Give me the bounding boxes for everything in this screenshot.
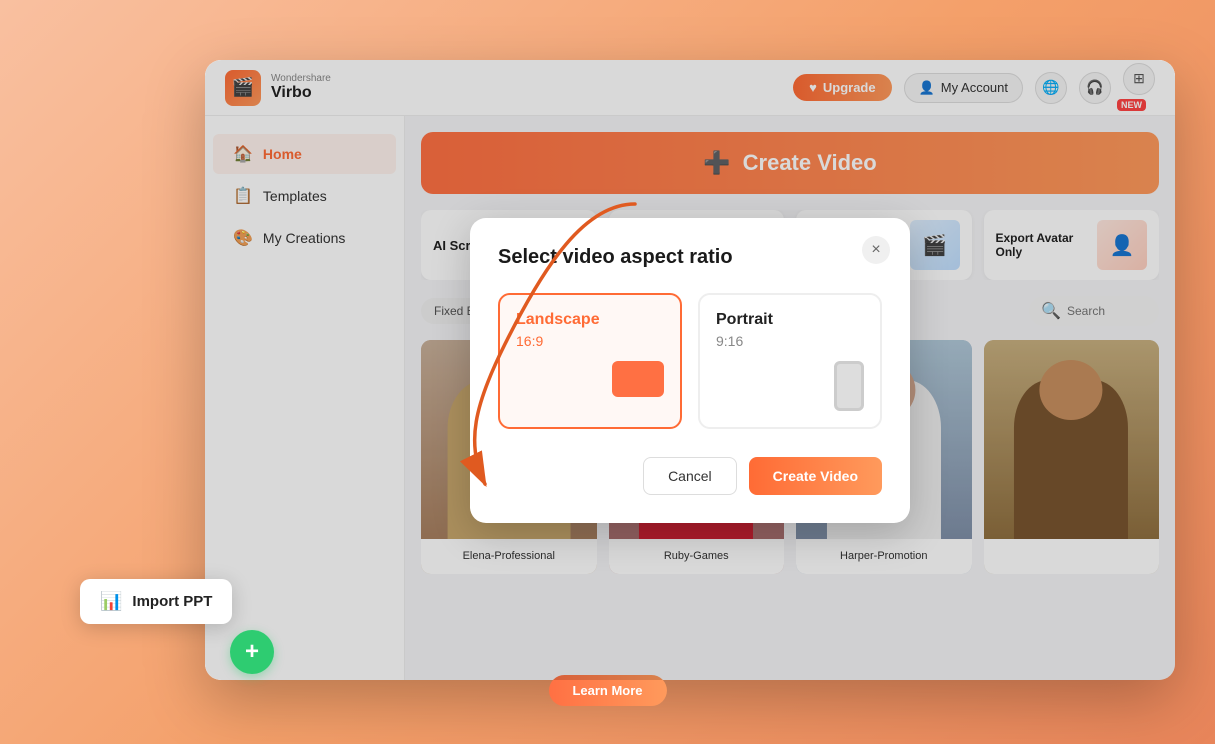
landscape-icon: [612, 361, 664, 397]
import-ppt-card[interactable]: 📊 Import PPT: [80, 579, 232, 624]
cancel-button[interactable]: Cancel: [643, 457, 737, 495]
dialog-overlay: × Select video aspect ratio Landscape 16…: [205, 60, 1175, 680]
landscape-option[interactable]: Landscape 16:9: [498, 293, 682, 429]
landscape-ratio: 16:9: [516, 333, 664, 349]
portrait-option[interactable]: Portrait 9:16: [698, 293, 882, 429]
dialog-title: Select video aspect ratio: [498, 246, 882, 269]
ppt-icon: 📊: [100, 591, 122, 612]
portrait-ratio: 9:16: [716, 333, 864, 349]
close-icon: ×: [871, 241, 880, 259]
plus-circle-button[interactable]: +: [230, 630, 274, 674]
aspect-options: Landscape 16:9 Portrait 9:16: [498, 293, 882, 429]
dialog-footer: Cancel Create Video: [498, 457, 882, 495]
app-window: 🎬 Wondershare Virbo ♥ Upgrade 👤 My Accou…: [205, 60, 1175, 680]
landscape-name: Landscape: [516, 311, 664, 329]
portrait-icon-area: [716, 361, 864, 411]
dialog-close-button[interactable]: ×: [862, 236, 890, 264]
portrait-icon: [834, 361, 864, 411]
import-ppt-label: Import PPT: [132, 593, 212, 610]
portrait-name: Portrait: [716, 311, 864, 329]
aspect-ratio-dialog: × Select video aspect ratio Landscape 16…: [470, 218, 910, 523]
landscape-icon-area: [516, 361, 664, 397]
create-video-button[interactable]: Create Video: [749, 457, 882, 495]
